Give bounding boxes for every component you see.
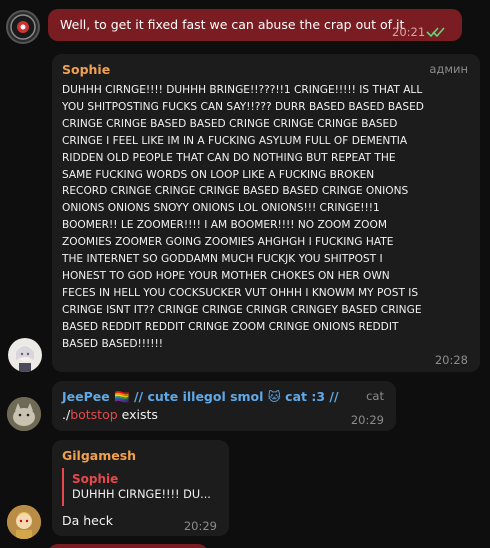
message-line: CRINGE I FEEL LIKE IM IN A FUCKING ASYLU… <box>62 134 408 147</box>
message-jeepee-text: ./botstop exists <box>62 407 158 423</box>
message-line: DUHHH CIRNGE!!!! DUHHH BRINGE!!???!!1 CR… <box>62 84 423 96</box>
message-gilgamesh-time: 20:29 <box>183 519 217 533</box>
double-check-icon <box>426 23 446 42</box>
message-line: HONEST TO GOD HOPE YOUR MOTHER CHOKES ON… <box>62 269 390 282</box>
sender-name-gilgamesh[interactable]: Gilgamesh <box>62 448 136 463</box>
message-sophie-time: 20:28 <box>434 353 468 367</box>
outgoing-message-partial[interactable] <box>48 544 208 548</box>
message-line: ONIONS ONIONS SNOYY ONIONS LOL ONIONS!!!… <box>62 202 380 215</box>
message-line: ZOOMIES ZOOMER GOING ZOOMIES AHGHGH I FU… <box>62 236 394 249</box>
message-line: RIDDEN OLD PEOPLE THAT CAN DO NOTHING BU… <box>62 151 396 164</box>
message-line: SAME FUCKING WORDS ON LOOP LIKE A FUCKIN… <box>62 168 375 181</box>
role-badge-cat: cat <box>366 389 384 403</box>
message-gilgamesh[interactable]: Gilgamesh Sophie DUHHH CIRNGE!!!! DU... … <box>52 440 229 536</box>
role-badge-admin: админ <box>429 62 468 76</box>
message-line: YOU SHITPOSTING FUCKS CAN SAY!!??? DURR … <box>62 100 424 113</box>
reply-preview: DUHHH CIRNGE!!!! DU... <box>72 488 211 501</box>
avatar-jeepee[interactable] <box>7 397 41 431</box>
message-jeepee[interactable]: JeePee 🏳️‍🌈 // cute illegol smol 🐱 cat :… <box>52 381 396 431</box>
reply-quote[interactable]: Sophie DUHHH CIRNGE!!!! DU... <box>62 468 222 506</box>
avatar-gilgamesh[interactable] <box>7 505 41 539</box>
sender-name-sophie[interactable]: Sophie <box>62 62 110 77</box>
message-line: RECORD CRINGE CRINGE CRINGE BASED BASED … <box>62 185 409 198</box>
avatar-sophie[interactable] <box>8 338 42 372</box>
message-sophie-text: DUHHH CIRNGE!!!! DUHHH BRINGE!!???!!1 CR… <box>62 82 474 353</box>
outgoing-message[interactable]: Well, to get it fixed fast we can abuse … <box>48 9 462 41</box>
command-prefix: ./ <box>62 407 71 422</box>
message-line: BASED BASED!!!!!! <box>62 337 164 350</box>
command-suffix: exists <box>117 407 158 422</box>
message-line: BOOMER!! LE ZOOMER!!!! I AM BOOMER!!!! N… <box>62 219 387 232</box>
outgoing-message-text: Well, to get it fixed fast we can abuse … <box>60 17 405 32</box>
message-line: THE INTERNET SO GODDAMN MUCH FUCKJK YOU … <box>62 253 383 266</box>
cat-photo-icon <box>7 397 41 431</box>
message-gilgamesh-text: Da heck <box>62 513 113 528</box>
message-jeepee-time: 20:29 <box>350 413 384 427</box>
golden-warrior-icon <box>7 505 41 539</box>
anime-girl-icon <box>16 345 34 372</box>
emblem-icon <box>10 14 36 40</box>
sender-name-jeepee[interactable]: JeePee 🏳️‍🌈 // cute illegol smol 🐱 cat :… <box>62 389 339 405</box>
outgoing-message-time: 20:21 <box>392 25 426 39</box>
message-line: FECES IN HELL YOU COCKSUCKER VUT OHHH I … <box>62 286 419 299</box>
message-line: BASED REDDIT REDDIT CRINGE ZOOM CRINGE O… <box>62 320 399 333</box>
bot-command-link[interactable]: botstop <box>70 407 117 422</box>
reply-sender: Sophie <box>72 472 119 486</box>
message-sophie[interactable]: Sophie админ DUHHH CIRNGE!!!! DUHHH BRIN… <box>52 54 480 372</box>
avatar-top[interactable] <box>6 10 40 44</box>
message-line: CRINGE CRINGE BASED BASED CRINGE CRINGE … <box>62 117 398 130</box>
message-line: CRINGE ISNT IT?? CRINGE CRINGE CRINGR CR… <box>62 303 422 316</box>
